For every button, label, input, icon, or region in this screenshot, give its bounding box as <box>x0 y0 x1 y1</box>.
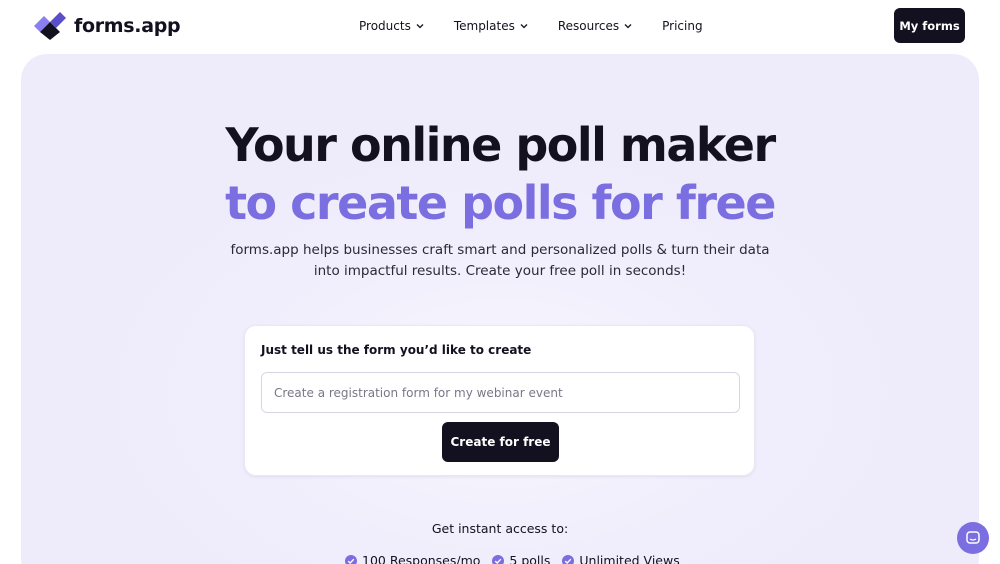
chevron-down-icon <box>416 24 424 29</box>
logo-text: forms.app <box>74 15 181 37</box>
hero-title: Your online poll maker <box>225 118 776 172</box>
hero-title-accent: to create polls for free <box>225 176 776 230</box>
nav-item-resources[interactable]: Resources <box>558 18 632 34</box>
nav-item-products[interactable]: Products <box>359 18 424 34</box>
access-title: Get instant access to: <box>431 521 569 536</box>
feature-list: 100 Responses/mo 5 polls Unlimited Views <box>345 553 680 564</box>
check-circle-icon <box>492 554 505 564</box>
chevron-down-icon <box>520 24 528 29</box>
card-label: Just tell us the form you’d like to crea… <box>261 343 532 357</box>
feature-label: 5 polls <box>509 553 551 564</box>
nav-item-label: Templates <box>453 19 515 33</box>
logo[interactable]: forms.app <box>34 12 181 40</box>
nav-item-pricing[interactable]: Pricing <box>662 18 702 34</box>
feature-item: 100 Responses/mo <box>345 553 480 564</box>
chevron-down-icon <box>624 24 632 29</box>
check-circle-icon <box>345 554 357 564</box>
chat-icon <box>966 531 980 544</box>
nav-item-label: Resources <box>557 19 620 33</box>
feature-item: Unlimited Views <box>562 553 680 564</box>
hero-subtitle: forms.app helps businesses craft smart a… <box>230 242 770 279</box>
feature-item: 5 polls <box>492 553 550 564</box>
nav-item-templates[interactable]: Templates <box>454 18 528 34</box>
nav-item-label: Pricing <box>662 19 703 33</box>
nav-item-label: Products <box>359 19 411 33</box>
my-forms-button[interactable]: My forms <box>894 8 965 43</box>
check-circle-icon <box>562 554 575 564</box>
create-for-free-button[interactable]: Create for free <box>442 422 559 462</box>
feature-label: 100 Responses/mo <box>362 553 481 564</box>
chat-launcher-button[interactable] <box>957 522 989 554</box>
feature-label: Unlimited Views <box>579 553 680 564</box>
form-description-input[interactable] <box>261 372 740 413</box>
forms-app-logo-icon <box>34 12 66 40</box>
main-menu: Products Templates Resources Pricing <box>359 18 733 34</box>
create-form-card: Just tell us the form you’d like to crea… <box>244 325 755 476</box>
top-navigation: forms.app Products Templates Resources P… <box>0 0 1000 52</box>
